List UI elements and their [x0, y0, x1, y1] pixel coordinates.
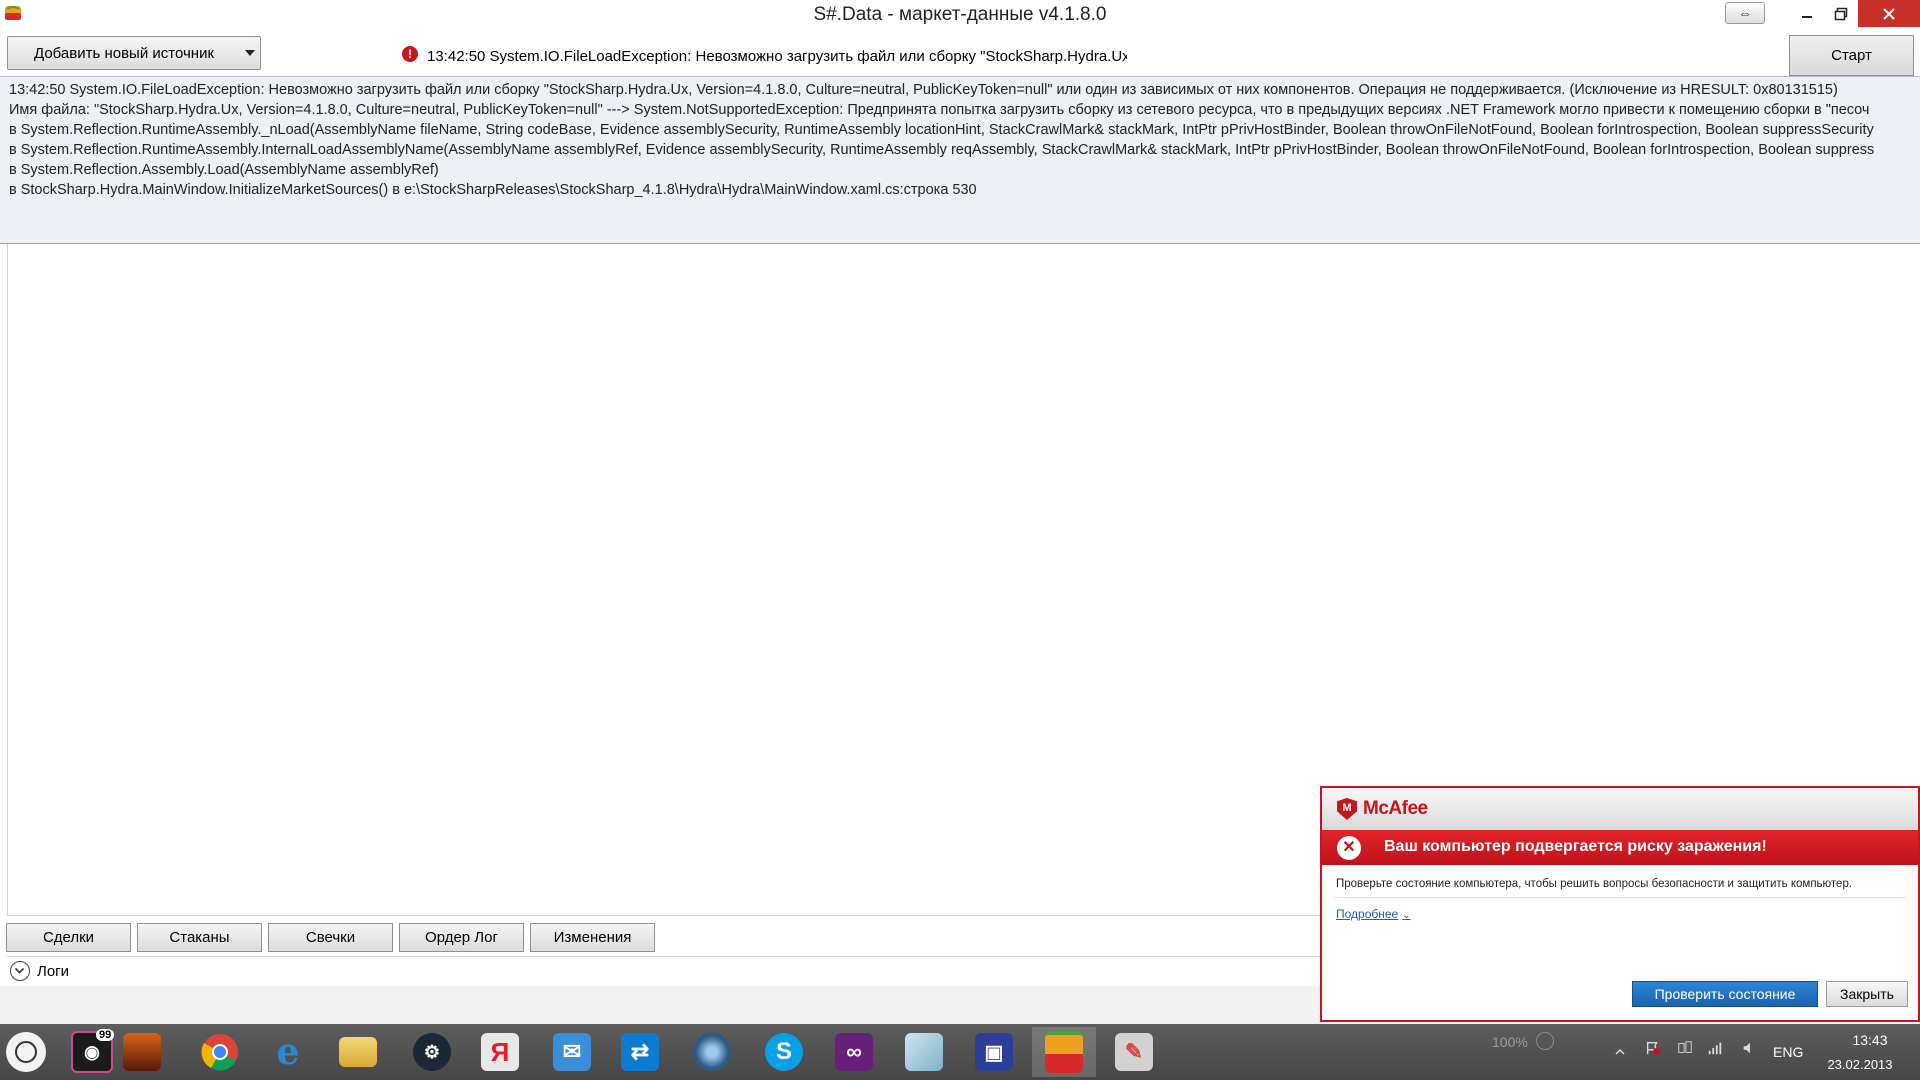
- window-title: S#.Data - маркет-данные v4.1.8.0: [813, 4, 1107, 25]
- mcafee-body-text: Проверьте состояние компьютера, чтобы ре…: [1336, 878, 1853, 890]
- chevron-down-icon[interactable]: [10, 961, 30, 981]
- chevron-down-icon: ⌄: [1402, 910, 1411, 921]
- maximize-button[interactable]: [1824, 0, 1858, 27]
- more-details-link[interactable]: Подробнее ⌄: [1336, 907, 1411, 921]
- language-indicator[interactable]: ENG: [1773, 1044, 1803, 1060]
- yandex-icon: Я: [481, 1033, 519, 1071]
- taskbar-app-skype[interactable]: S: [752, 1027, 816, 1077]
- skype-icon: S: [765, 1033, 803, 1071]
- clock-date[interactable]: 23.02.2013: [1820, 1057, 1900, 1072]
- restore-icon: [1834, 7, 1848, 20]
- signal-bars-icon[interactable]: [1706, 1040, 1724, 1056]
- more-details-label: Подробнее: [1336, 907, 1399, 921]
- tab-trades[interactable]: Сделки: [6, 923, 131, 952]
- network-icon[interactable]: [1676, 1040, 1694, 1056]
- teamviewer-icon: ⇄: [621, 1033, 659, 1071]
- mcafee-logo: M McAfee: [1337, 798, 1428, 820]
- taskbar-app-teamviewer[interactable]: ⇄: [608, 1027, 672, 1077]
- minimize-icon: [1802, 15, 1812, 18]
- tab-candles[interactable]: Свечки: [268, 923, 393, 952]
- taskbar-app-save[interactable]: ▣: [962, 1027, 1026, 1077]
- taskbar-app-notepad[interactable]: [892, 1027, 956, 1077]
- paint-icon: ✎: [1115, 1033, 1153, 1071]
- taskbar-app-chrome[interactable]: [188, 1027, 252, 1077]
- taskbar-app-disc[interactable]: [680, 1027, 744, 1077]
- taskbar-app-hydra[interactable]: [1032, 1027, 1096, 1077]
- mcafee-brand: McAfee: [1363, 798, 1428, 819]
- add-source-dropdown[interactable]: Добавить новый источник: [7, 36, 261, 70]
- tab-order-books[interactable]: Стаканы: [137, 923, 262, 952]
- taskbar-app-mail[interactable]: ✉: [540, 1027, 604, 1077]
- taskbar: ◉ 99 e ⚙ Я ✉ ⇄ S ∞ ▣ ✎ 100% ENG 13:43 23…: [0, 1024, 1920, 1080]
- close-window-button[interactable]: [1858, 0, 1920, 27]
- log-line: в System.Reflection.Assembly.Load(Assemb…: [9, 162, 439, 178]
- divider: [1334, 897, 1906, 898]
- log-line: в System.Reflection.RuntimeAssembly.Inte…: [9, 142, 1875, 158]
- mcafee-shield-icon: M: [1337, 798, 1357, 820]
- double-arrow-icon: ⇔: [1738, 5, 1752, 21]
- tab-order-log[interactable]: Ордер Лог: [399, 923, 524, 952]
- check-status-button[interactable]: Проверить состояние: [1632, 981, 1818, 1007]
- start-orb-icon[interactable]: [6, 1032, 46, 1072]
- restore-alt-button[interactable]: ⇔: [1725, 2, 1765, 24]
- disc-app-icon: [693, 1033, 731, 1071]
- mcafee-close-button[interactable]: Закрыть: [1826, 981, 1908, 1007]
- zoom-out-icon[interactable]: [1536, 1032, 1554, 1050]
- mcafee-alert-banner: ✕ Ваш компьютер подвергается риску зараж…: [1322, 830, 1918, 865]
- mcafee-notification: M McAfee ✕ Ваш компьютер подвергается ри…: [1320, 786, 1920, 1022]
- hydra-app-icon: [1045, 1031, 1083, 1073]
- taskbar-app-game[interactable]: [110, 1027, 174, 1077]
- taskbar-app-yandex[interactable]: Я: [468, 1027, 532, 1077]
- floppy-save-icon: ▣: [975, 1033, 1013, 1071]
- close-icon: [1883, 7, 1895, 20]
- start-button[interactable]: Старт: [1789, 35, 1914, 76]
- steam-icon: ⚙: [413, 1033, 451, 1071]
- tab-changes[interactable]: Изменения: [530, 923, 655, 952]
- game-dragon-icon: [123, 1033, 161, 1071]
- mcafee-header: M McAfee: [1322, 788, 1918, 830]
- clock-time[interactable]: 13:43: [1840, 1032, 1900, 1048]
- log-line: Имя файла: "StockSharp.Hydra.Ux, Version…: [9, 102, 1870, 118]
- log-line: в StockSharp.Hydra.MainWindow.Initialize…: [9, 182, 977, 198]
- action-center-flag-icon[interactable]: [1644, 1040, 1662, 1056]
- volume-icon[interactable]: [1740, 1040, 1758, 1056]
- taskbar-app-explorer[interactable]: [326, 1027, 390, 1077]
- title-bar: S#.Data - маркет-данные v4.1.8.0 ⇔: [0, 0, 1920, 30]
- taskbar-app-visual-studio[interactable]: ∞: [822, 1027, 886, 1077]
- internet-explorer-icon: e: [276, 1031, 300, 1073]
- visual-studio-icon: ∞: [835, 1033, 873, 1071]
- error-icon: !: [402, 46, 418, 62]
- log-line: 13:42:50 System.IO.FileLoadException: Не…: [9, 82, 1838, 98]
- taskbar-app-steam[interactable]: ⚙: [400, 1027, 464, 1077]
- mcafee-alert-text: Ваш компьютер подвергается риску заражен…: [1384, 838, 1767, 855]
- mail-icon: ✉: [553, 1033, 591, 1071]
- alert-x-icon: ✕: [1337, 836, 1361, 860]
- error-summary[interactable]: 13:42:50 System.IO.FileLoadException: Не…: [427, 48, 1127, 66]
- taskbar-app-paint[interactable]: ✎: [1102, 1027, 1166, 1077]
- error-log-panel[interactable]: 13:42:50 System.IO.FileLoadException: Не…: [0, 76, 1920, 244]
- log-line: в System.Reflection.RuntimeAssembly._nLo…: [9, 122, 1874, 138]
- dropdown-arrow-icon: [245, 50, 255, 56]
- notepad-icon: [905, 1033, 943, 1071]
- logs-label: Логи: [37, 963, 70, 980]
- taskbar-app-ie[interactable]: e: [256, 1027, 320, 1077]
- add-source-label: Добавить новый источник: [34, 45, 215, 62]
- chrome-icon: [201, 1034, 238, 1071]
- file-explorer-icon: [339, 1037, 377, 1067]
- tray-up-arrow-icon[interactable]: [1614, 1044, 1626, 1060]
- zoom-level: 100%: [1492, 1034, 1528, 1050]
- minimize-button[interactable]: [1790, 0, 1824, 27]
